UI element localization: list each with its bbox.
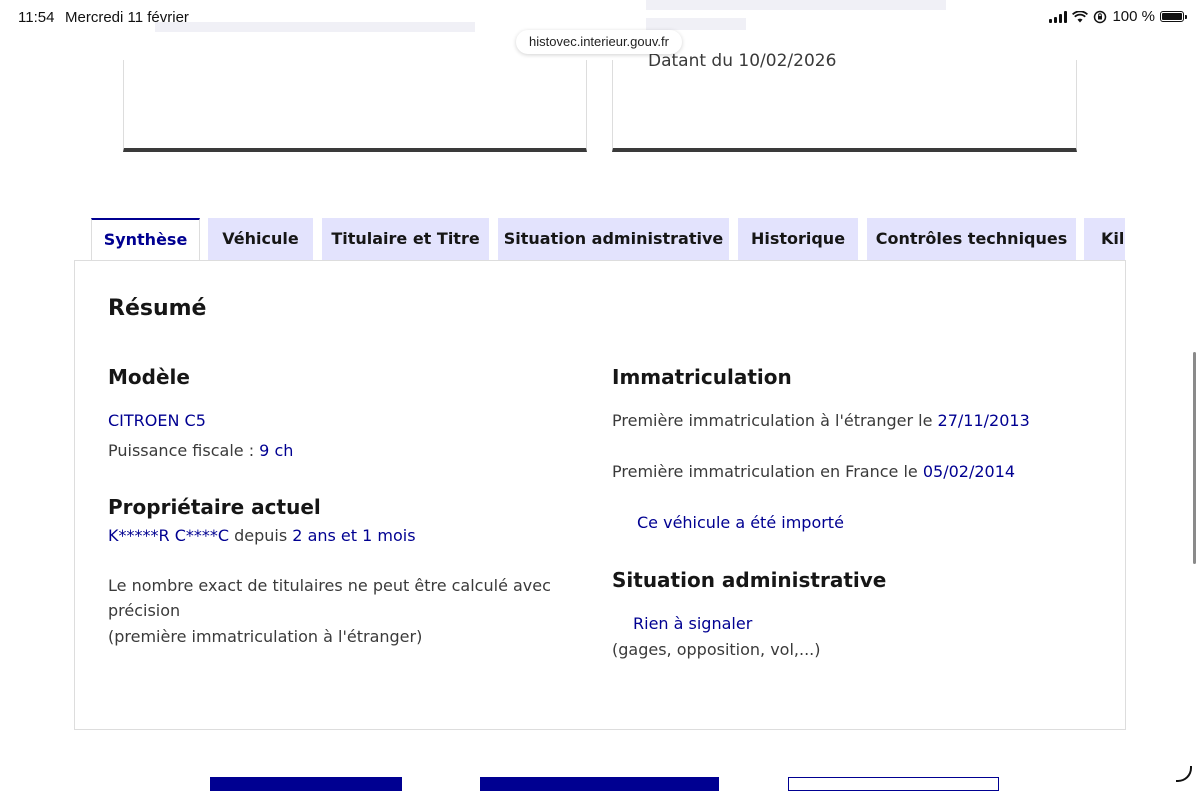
orientation-lock-icon <box>1094 10 1107 23</box>
cellular-signal-icon <box>1049 10 1068 23</box>
owner-note-line3: (première immatriculation à l'étranger) <box>108 627 423 646</box>
owner-note-line1: Le nombre exact de titulaires ne peut êt… <box>108 576 551 595</box>
section-title: Résumé <box>108 296 207 321</box>
faded-content <box>646 18 746 30</box>
owner-since-label: depuis <box>229 526 293 545</box>
tab-historique[interactable]: Historique <box>738 218 858 260</box>
faded-content <box>155 22 475 32</box>
card-date-text: Datant du 10/02/2026 <box>648 51 837 71</box>
admin-status-detail: (gages, opposition, vol,...) <box>612 640 821 659</box>
tab-titulaire[interactable]: Titulaire et Titre <box>322 218 489 260</box>
admin-status-value: Rien à signaler <box>633 614 753 633</box>
france-registration-label: Première immatriculation en France le <box>612 462 923 481</box>
owner-note-line2: précision <box>108 601 181 620</box>
foreign-registration: Première immatriculation à l'étranger le… <box>612 408 1030 433</box>
battery-percent: 100 % <box>1112 8 1155 25</box>
info-card <box>612 60 1077 152</box>
status-indicators: 100 % <box>1049 8 1187 25</box>
owner-name: K*****R C****C <box>108 526 230 545</box>
imported-vehicle-text: Ce véhicule a été importé <box>637 513 844 532</box>
owner-heading: Propriétaire actuel <box>108 495 321 519</box>
fiscal-power: Puissance fiscale : 9 ch <box>108 438 293 463</box>
admin-status-heading: Situation administrative <box>612 568 887 592</box>
tab-controles-techniques[interactable]: Contrôles techniques <box>867 218 1076 260</box>
owner-line: K*****R C****C depuis 2 ans et 1 mois <box>108 523 416 548</box>
tab-vehicule[interactable]: Véhicule <box>208 218 313 260</box>
wifi-icon <box>1072 10 1089 22</box>
battery-icon <box>1160 11 1187 22</box>
tab-kilometrage[interactable]: Kil <box>1084 218 1125 260</box>
model-heading: Modèle <box>108 365 190 389</box>
model-name: CITROEN C5 <box>108 411 206 430</box>
foreign-registration-label: Première immatriculation à l'étranger le <box>612 411 938 430</box>
registration-heading: Immatriculation <box>612 365 792 389</box>
faded-content <box>646 0 946 10</box>
foreign-registration-date: 27/11/2013 <box>937 411 1030 430</box>
resize-corner-icon <box>1176 766 1192 782</box>
tab-list: Synthèse Véhicule Titulaire et Titre Sit… <box>91 218 1125 260</box>
france-registration: Première immatriculation en France le 05… <box>612 459 1015 484</box>
info-card <box>123 60 587 152</box>
france-registration-date: 05/02/2014 <box>922 462 1016 481</box>
tab-synthese[interactable]: Synthèse <box>91 218 200 260</box>
page-scrollbar[interactable] <box>1193 352 1196 564</box>
owner-since-value: 2 ans et 1 mois <box>292 526 416 545</box>
fiscal-power-label: Puissance fiscale : <box>108 441 260 460</box>
action-button[interactable] <box>480 777 719 791</box>
tab-situation-administrative[interactable]: Situation administrative <box>498 218 729 260</box>
address-bar[interactable]: histovec.interieur.gouv.fr <box>516 30 682 54</box>
fiscal-power-value: 9 ch <box>259 441 294 460</box>
secondary-action-button[interactable] <box>788 777 999 791</box>
status-time: 11:54 <box>18 9 55 26</box>
action-button[interactable] <box>210 777 402 791</box>
